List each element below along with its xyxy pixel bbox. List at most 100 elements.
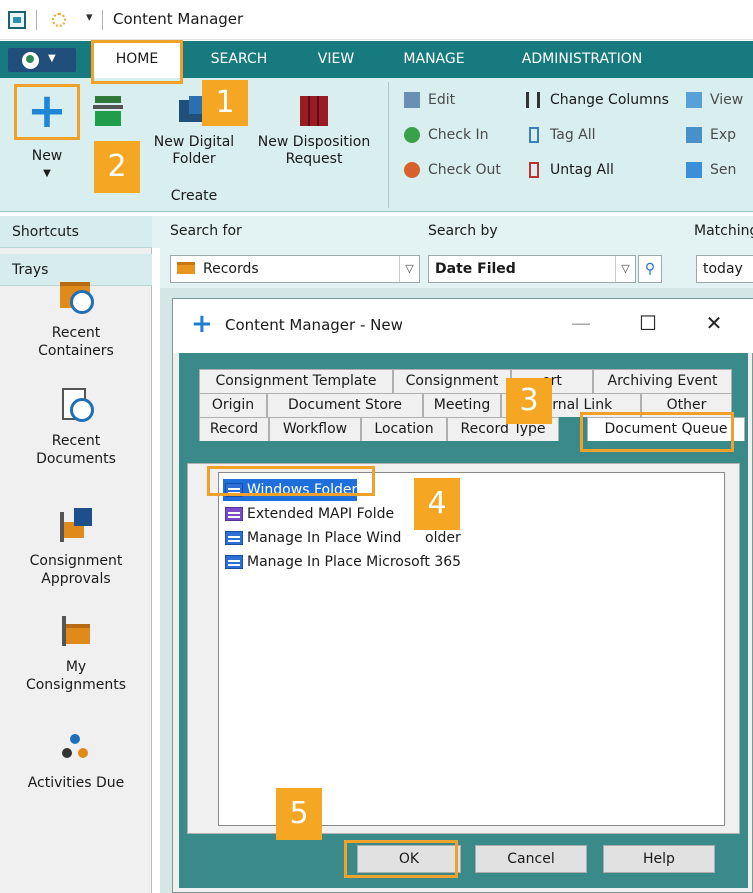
separator — [102, 10, 103, 30]
search-for-combo[interactable]: Records ▽ — [170, 255, 420, 283]
tab-archiving-event[interactable]: Archiving Event — [593, 369, 732, 393]
plus-icon: + — [191, 309, 213, 339]
dialog-title-bar: + Content Manager - New — ☐ ✕ — [173, 299, 753, 353]
tab-consignment-template[interactable]: Consignment Template — [199, 369, 393, 393]
cancel-button[interactable]: Cancel — [475, 845, 587, 873]
document-queue-icon — [225, 555, 243, 569]
my-consignments-icon — [56, 612, 96, 652]
chevron-down-icon[interactable]: ▽ — [399, 256, 419, 282]
ok-button[interactable]: OK — [357, 845, 461, 873]
chevron-down-icon: ▼ — [48, 53, 56, 64]
tray-recent-containers[interactable]: Recent Containers — [0, 278, 152, 360]
quick-access-icon[interactable] — [52, 13, 66, 27]
search-row: Records ▽ Date Filed ▽ ⚲ today — [160, 248, 753, 288]
list-item-manage-in-place-windows-folder[interactable]: Manage In Place Wind — [223, 527, 401, 549]
send-button[interactable]: Sen — [686, 160, 736, 180]
plus-icon: + — [26, 83, 68, 139]
new-digital-folder-label-1: New Digital — [153, 134, 235, 150]
matching-input[interactable]: today — [696, 255, 753, 283]
tab-workflow[interactable]: Workflow — [269, 417, 361, 441]
tray-label-1: My — [65, 659, 87, 675]
search-for-value: Records — [203, 261, 259, 277]
callout-badge-1: 1 — [202, 80, 248, 126]
dialog-title: Content Manager - New — [225, 316, 403, 334]
document-queue-icon — [225, 531, 243, 545]
callout-badge-5: 5 — [276, 788, 322, 840]
search-by-label: Search by — [428, 223, 498, 239]
tab-other[interactable]: Other — [641, 393, 732, 417]
file-menu-button[interactable]: ▼ — [8, 48, 76, 72]
tab-administration[interactable]: ADMINISTRATION — [502, 41, 662, 78]
chevron-down-icon[interactable]: ▽ — [615, 256, 635, 282]
tray-activities-due[interactable]: Activities Due — [0, 728, 152, 792]
list-item-text-fragment: older — [425, 530, 461, 546]
check-in-icon — [404, 127, 420, 143]
search-by-value: Date Filed — [435, 261, 516, 277]
tag-all-button[interactable]: Tag All — [526, 125, 596, 145]
check-in-button[interactable]: Check In — [404, 125, 489, 145]
shortcuts-header[interactable]: Shortcuts — [0, 216, 152, 248]
document-queue-icon — [225, 483, 243, 497]
view-button[interactable]: View — [686, 90, 743, 110]
view-icon — [686, 92, 702, 108]
chevron-down-icon: ▼ — [43, 168, 51, 179]
tab-home[interactable]: HOME — [93, 41, 181, 78]
export-button[interactable]: Exp — [686, 125, 736, 145]
check-out-icon — [404, 162, 420, 178]
new-disposition-request-button[interactable]: New Disposition Request — [248, 96, 380, 168]
tab-origin[interactable]: Origin — [199, 393, 267, 417]
minimize-icon[interactable]: — — [568, 311, 594, 335]
tab-row-3: Record Workflow Location Record Type Doc… — [199, 417, 745, 441]
tab-record[interactable]: Record — [199, 417, 269, 441]
tab-document-store[interactable]: Document Store — [267, 393, 423, 417]
list-item-extended-mapi-folder[interactable]: Extended MAPI Folde — [223, 503, 394, 525]
tray-label-2: Consignments — [25, 677, 127, 693]
left-pane: Shortcuts Trays Recent Containers Recent… — [0, 216, 152, 893]
close-icon[interactable]: ✕ — [701, 311, 727, 335]
tray-my-consignments[interactable]: My Consignments — [0, 612, 152, 694]
tray-label-1: Recent — [51, 325, 101, 341]
create-group-label: Create — [170, 188, 218, 204]
help-button[interactable]: Help — [603, 845, 715, 873]
tray-label-2: Documents — [36, 451, 116, 467]
quick-access-dropdown-icon[interactable]: ▾ — [86, 10, 93, 25]
search-icon[interactable]: ⚲ — [638, 255, 662, 283]
edit-button[interactable]: Edit — [404, 90, 455, 110]
columns-icon — [526, 92, 540, 108]
list-item-manage-in-place-microsoft-365[interactable]: Manage In Place Microsoft 365 — [223, 551, 461, 573]
new-disposition-request-label-2: Request — [285, 151, 343, 167]
new-digital-folder-label-2: Folder — [172, 151, 216, 167]
tab-row-2: Origin Document Store Meeting xternal Li… — [199, 393, 744, 417]
mail-icon — [686, 162, 702, 178]
matching-value: today — [703, 261, 743, 277]
group-divider — [388, 82, 389, 208]
search-for-label: Search for — [170, 223, 242, 239]
tab-document-queue[interactable]: Document Queue — [587, 417, 745, 441]
disposition-icon — [300, 96, 328, 126]
new-button[interactable]: + New ▼ — [16, 83, 78, 182]
tray-consignment-approvals[interactable]: Consignment Approvals — [0, 506, 152, 588]
export-icon — [686, 127, 702, 143]
mapi-queue-icon — [225, 507, 243, 521]
change-columns-button[interactable]: Change Columns — [526, 90, 669, 110]
archive-box-icon — [93, 96, 123, 128]
list-item-windows-folder[interactable]: Windows Folder — [223, 479, 358, 501]
check-out-button[interactable]: Check Out — [404, 160, 501, 180]
app-icon[interactable] — [8, 11, 26, 29]
recent-containers-icon — [56, 278, 96, 318]
tab-consignment[interactable]: Consignment — [393, 369, 511, 393]
tray-recent-documents[interactable]: Recent Documents — [0, 386, 152, 468]
tab-meeting[interactable]: Meeting — [423, 393, 501, 417]
callout-badge-3: 3 — [506, 378, 552, 424]
tab-view[interactable]: VIEW — [300, 41, 372, 78]
edit-icon — [404, 92, 420, 108]
maximize-icon[interactable]: ☐ — [635, 311, 661, 335]
ribbon-tab-strip: ▼ HOME SEARCH VIEW MANAGE ADMINISTRATION — [0, 41, 753, 78]
tab-location[interactable]: Location — [361, 417, 447, 441]
search-by-combo[interactable]: Date Filed ▽ — [428, 255, 636, 283]
tab-search[interactable]: SEARCH — [196, 41, 282, 78]
document-queue-panel: Windows Folder Extended MAPI Folde Manag… — [187, 463, 740, 834]
untag-all-button[interactable]: Untag All — [526, 160, 614, 180]
tab-manage[interactable]: MANAGE — [388, 41, 480, 78]
queue-type-list[interactable]: Windows Folder Extended MAPI Folde Manag… — [218, 472, 725, 826]
